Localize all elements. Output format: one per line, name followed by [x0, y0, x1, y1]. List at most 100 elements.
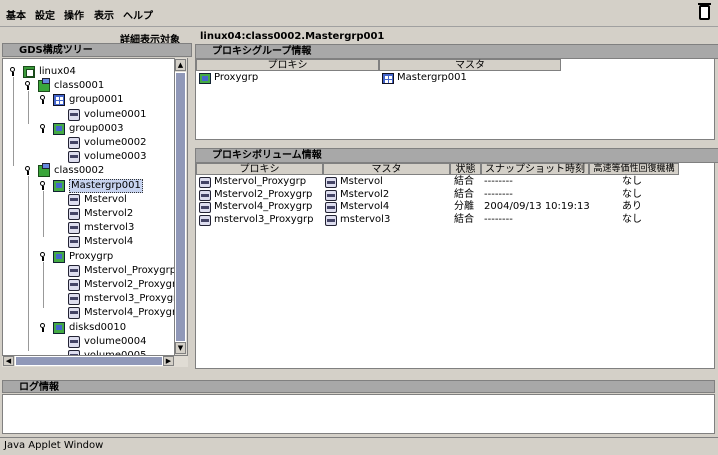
snapshot-time: -------- [484, 188, 513, 200]
scroll-down-button[interactable]: ▼ [175, 342, 186, 354]
menu-operation[interactable]: 操作 [64, 7, 84, 22]
tree-item-label: disksd0010 [69, 321, 127, 333]
volume-icon [68, 279, 80, 291]
tree-item-label: mstervol3 [84, 222, 135, 234]
master-volume-name: Mstervol4 [340, 201, 390, 212]
server-icon [23, 66, 35, 78]
proxy-group-icon [53, 122, 65, 135]
class-icon [38, 163, 50, 178]
tree-item-label: Mstervol4 [84, 236, 134, 248]
proxy-volume-name: Mstervol4_Proxygrp [214, 201, 313, 212]
col-master[interactable]: マスタ [379, 59, 561, 71]
scroll-up-button[interactable]: ▲ [175, 59, 186, 71]
tree-item-label: group0003 [69, 122, 124, 134]
group-icon [53, 94, 65, 107]
tree-item-label: Mstervol4_Proxygrp [84, 307, 183, 319]
volume-icon [68, 236, 80, 249]
volume-icon [199, 214, 211, 226]
proxy-group-section-title: プロキシグループ情報 [195, 44, 718, 59]
tree-vscroll-thumb[interactable] [175, 72, 186, 342]
tree-item-label: linux04 [39, 66, 76, 77]
proxy-group-icon [53, 179, 65, 192]
volume-icon [68, 193, 80, 206]
tree-item-label: mstervol3_Proxygrp [84, 293, 184, 305]
menu-basic[interactable]: 基本 [6, 7, 26, 22]
tree-item-label: class0001 [54, 80, 105, 92]
expand-handle-icon[interactable] [39, 322, 48, 332]
snapshot-time: -------- [484, 176, 513, 187]
scroll-right-button[interactable]: ▶ [163, 356, 174, 366]
col-master[interactable]: マスタ [323, 163, 450, 175]
proxy-group-table: プロキシ マスタ Proxygrp Mastergrp001 [195, 58, 715, 140]
volume-icon [68, 264, 80, 277]
fast-recovery: なし [622, 188, 642, 200]
master-name: Mastergrp001 [397, 72, 467, 83]
group-icon [382, 73, 394, 84]
expand-handle-icon[interactable] [39, 251, 48, 261]
tree-item-label: Mstervol [84, 193, 127, 205]
expand-handle-icon[interactable] [39, 123, 48, 133]
proxy-volume-section-title: プロキシボリューム情報 [195, 148, 718, 163]
expand-handle-icon[interactable] [24, 81, 33, 91]
proxy-volume-table: プロキシ マスタ 状態 スナップショット時刻 高速等価性回復機構 Mstervo… [195, 162, 715, 369]
status: 結合 [454, 188, 474, 200]
expand-handle-icon[interactable] [39, 180, 48, 190]
volume-icon [325, 214, 337, 226]
volume-icon [68, 208, 80, 220]
fast-recovery: なし [622, 213, 642, 225]
scroll-left-button[interactable]: ◀ [3, 356, 14, 366]
status: 結合 [454, 176, 474, 187]
proxy-name: Proxygrp [214, 72, 259, 83]
volume-icon [199, 202, 211, 213]
volume-icon [325, 177, 337, 188]
tree-item-label: volume0002 [84, 137, 147, 148]
fast-recovery: なし [622, 176, 642, 187]
master-volume-name: Mstervol2 [340, 188, 390, 200]
tree-item-label: volume0003 [84, 151, 147, 163]
menu-bar: 基本 設定 操作 表示 ヘルプ [0, 0, 718, 27]
tree-item-label: volume0001 [84, 108, 147, 120]
tree-item-label: volume0004 [84, 335, 147, 347]
menu-view[interactable]: 表示 [94, 7, 114, 22]
volume-icon [199, 177, 211, 188]
volume-icon [325, 202, 337, 213]
expand-handle-icon[interactable] [39, 95, 48, 105]
status: 結合 [454, 213, 474, 225]
trash-icon[interactable] [698, 3, 711, 20]
proxy-group-icon [199, 73, 211, 84]
tree-item-label: Mstervol_Proxygrp [84, 264, 177, 276]
tree-item-label: Mstervol2_Proxygrp [84, 279, 183, 290]
log-section-title: ログ情報 [2, 380, 715, 393]
col-fast-recovery[interactable]: 高速等価性回復機構 [589, 163, 679, 175]
status: 分離 [454, 201, 474, 212]
col-proxy[interactable]: プロキシ [196, 59, 379, 71]
master-volume-name: mstervol3 [340, 213, 391, 225]
tree-item-label: group0001 [69, 94, 124, 106]
tree-item-label: Proxygrp [69, 250, 114, 262]
tree-item-label: Mastergrp001 [69, 178, 143, 193]
proxy-volume-name: Mstervol_Proxygrp [214, 176, 307, 187]
tree-title: GDS構成ツリー [2, 43, 192, 57]
menu-help[interactable]: ヘルプ [123, 7, 153, 22]
class-icon [38, 78, 50, 93]
col-proxy[interactable]: プロキシ [196, 163, 323, 175]
gds-tree[interactable]: linux04 class0001 group0001 volume0001 group… [2, 58, 188, 366]
log-area[interactable] [2, 394, 715, 434]
expand-handle-icon[interactable] [24, 166, 33, 176]
tree-hscroll-thumb[interactable] [15, 356, 163, 366]
proxy-volume-name: mstervol3_Proxygrp [214, 213, 314, 225]
menu-settings[interactable]: 設定 [35, 7, 55, 22]
proxy-group-icon [53, 321, 65, 334]
snapshot-time: 2004/09/13 10:19:13 [484, 201, 590, 212]
selected-node-title: linux04:class0002.Mastergrp001 [200, 31, 385, 42]
tree-item-label: Mstervol2 [84, 208, 134, 219]
tree-item-label: class0002 [54, 165, 105, 177]
proxy-volume-name: Mstervol2_Proxygrp [214, 188, 313, 200]
expand-handle-icon[interactable] [9, 67, 18, 76]
volume-icon [199, 189, 211, 201]
fast-recovery: あり [622, 201, 642, 212]
volume-icon [68, 335, 80, 348]
col-status[interactable]: 状態 [450, 163, 481, 175]
volume-icon [68, 151, 80, 164]
col-snapshot-time[interactable]: スナップショット時刻 [481, 163, 589, 175]
